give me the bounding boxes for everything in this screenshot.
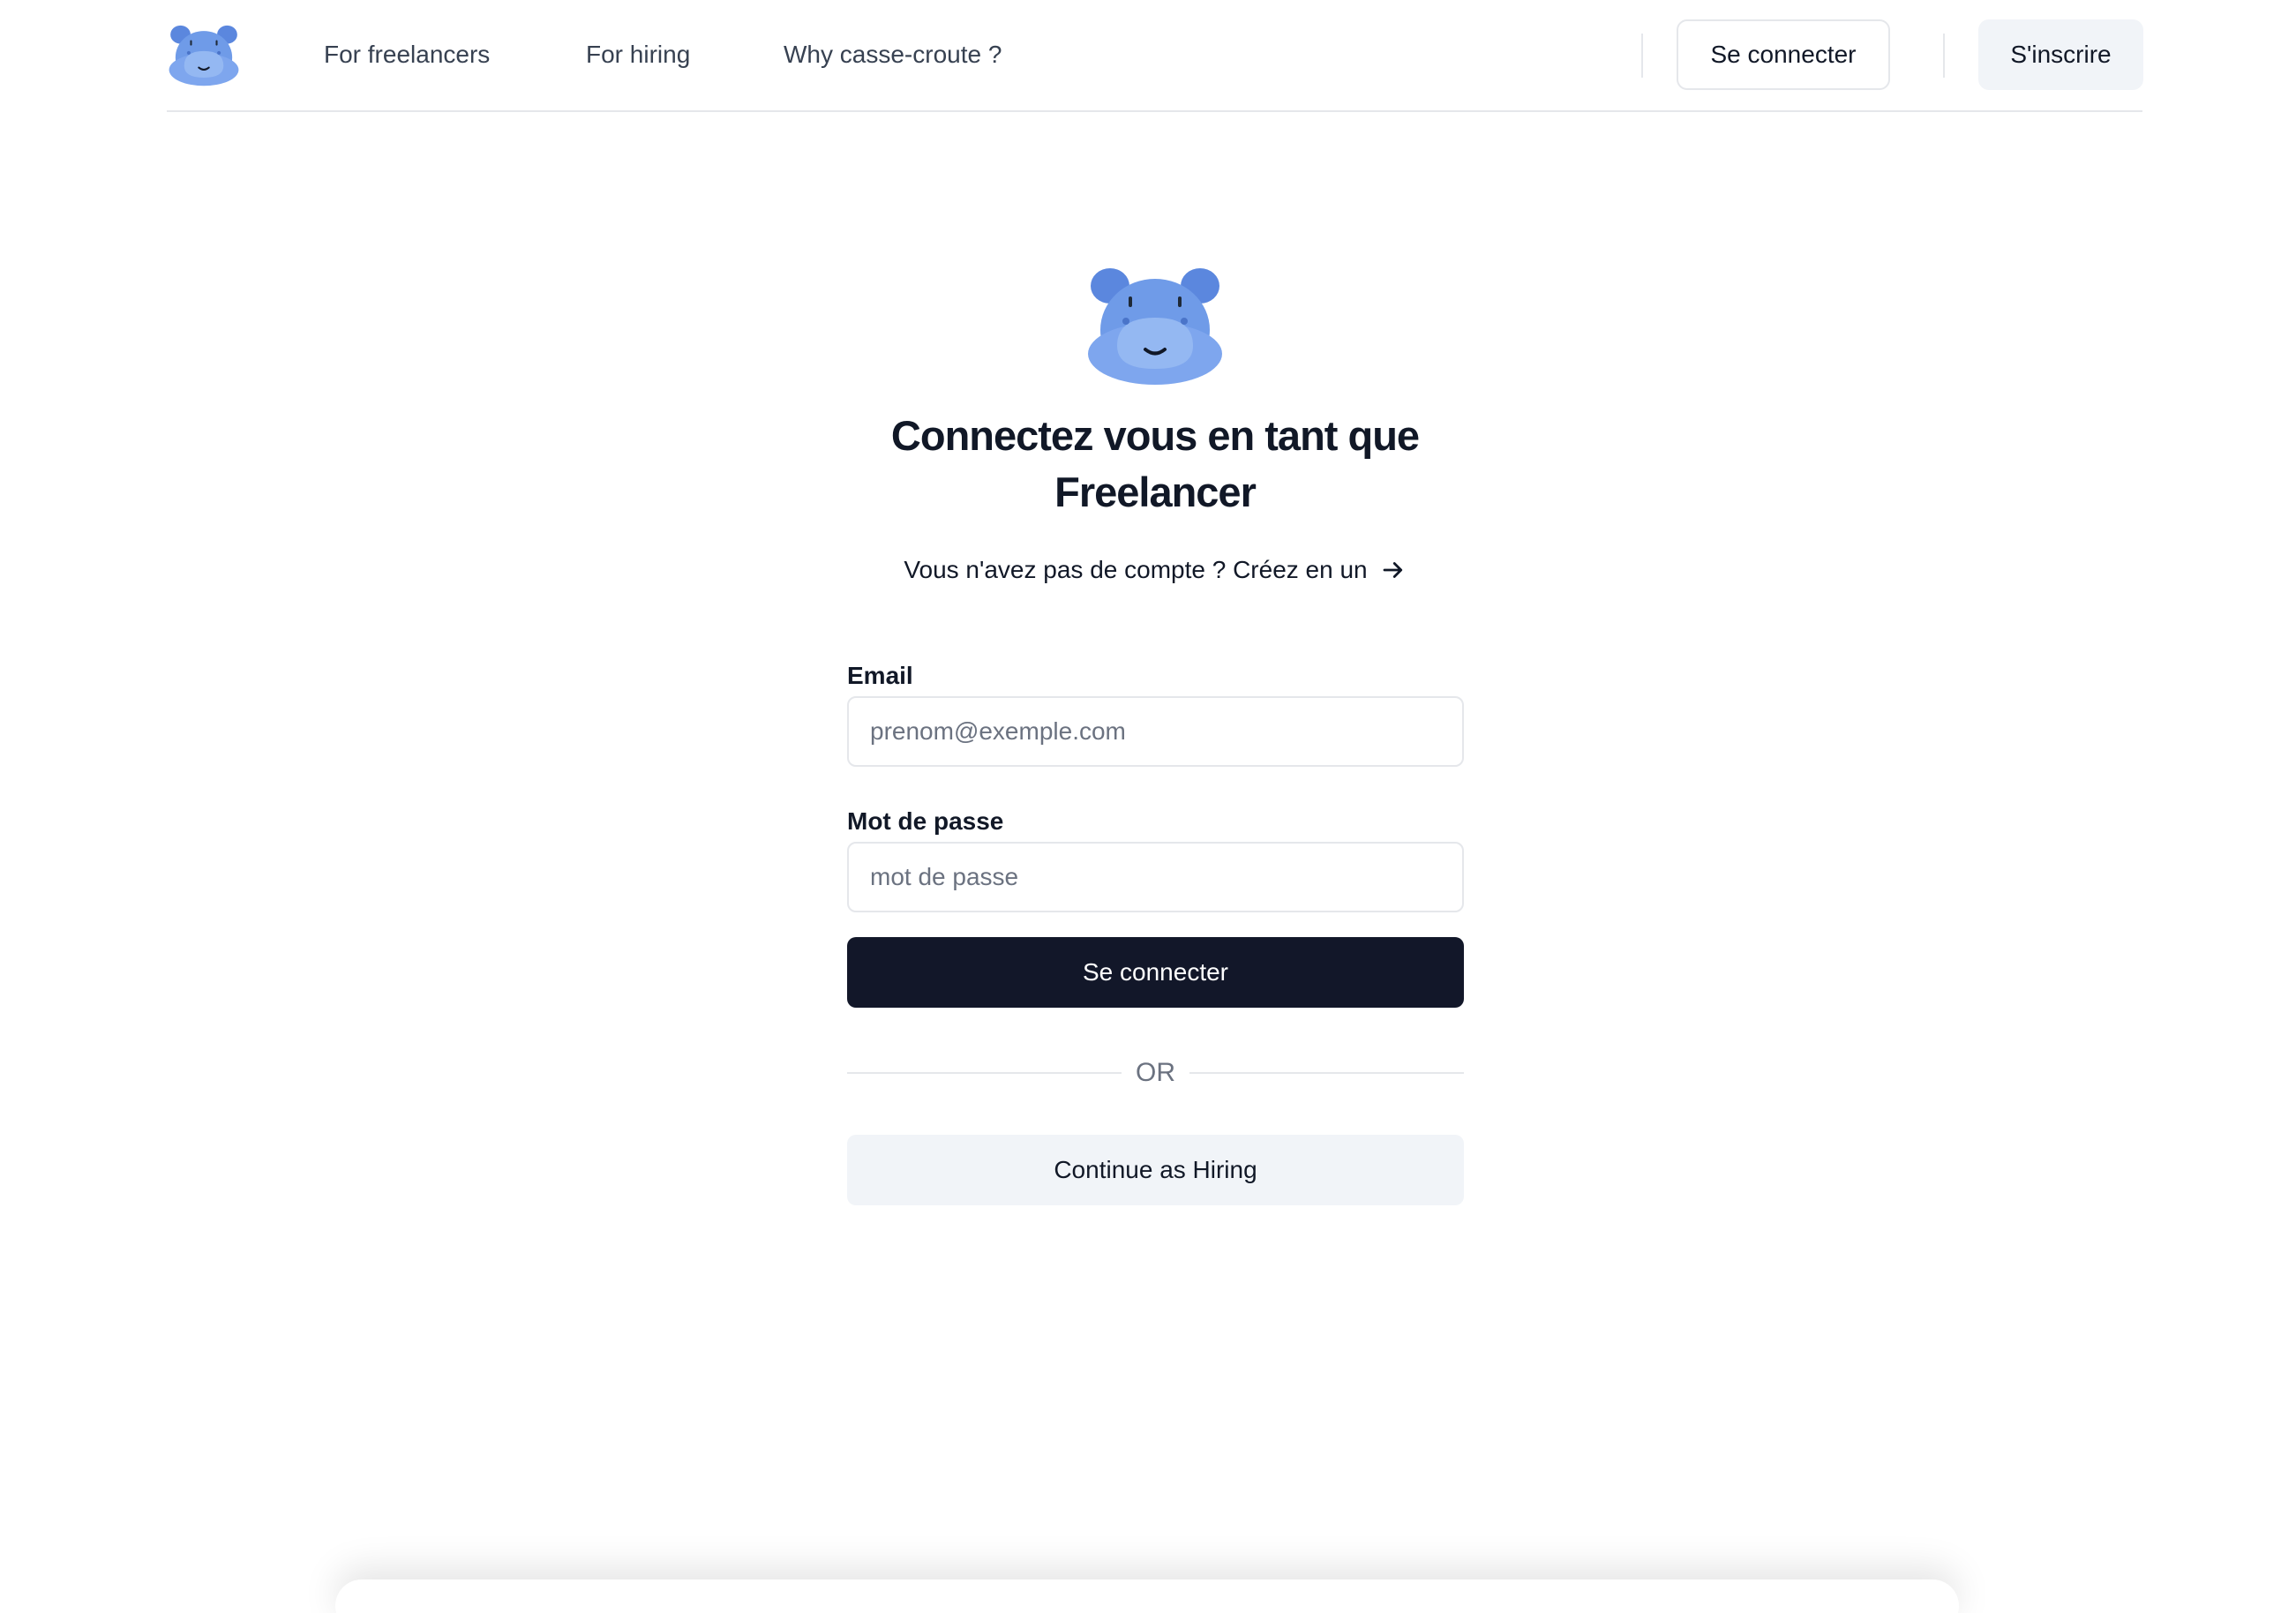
login-submit-button[interactable]: Se connecter [847,937,1464,1008]
page-title: Connectez vous en tant que Freelancer [794,408,1516,521]
password-field[interactable] [847,842,1464,912]
hippo-logo-icon [169,25,239,86]
create-account-link[interactable]: Vous n'avez pas de compte ? Créez en un [794,551,1516,589]
create-account-text: Vous n'avez pas de compte ? Créez en un [904,556,1368,583]
page-title-line2: Freelancer [1054,469,1257,515]
nav-for-hiring[interactable]: For hiring [586,35,690,74]
header-signup-button[interactable]: S'inscrire [1978,19,2143,90]
divider-line-right [1189,1072,1464,1074]
hero-logo [1084,261,1227,385]
or-divider: OR [847,1054,1464,1092]
nav-why-casse-croute[interactable]: Why casse-croute ? [784,35,1002,74]
email-field[interactable] [847,696,1464,767]
arrow-right-icon [1380,557,1407,583]
bottom-panel-edge [335,1579,1959,1613]
password-label: Mot de passe [847,807,1004,835]
nav-for-freelancers[interactable]: For freelancers [324,35,490,74]
email-label: Email [847,662,913,689]
header-login-button[interactable]: Se connecter [1677,19,1890,90]
page-title-line1: Connectez vous en tant que [890,412,1420,459]
home-logo-link[interactable] [167,21,241,86]
nav-divider [1943,34,1945,78]
continue-as-hiring-button[interactable]: Continue as Hiring [847,1135,1464,1205]
login-page: For freelancers For hiring Why casse-cro… [0,0,2296,1613]
top-nav: For freelancers For hiring Why casse-cro… [167,0,2143,112]
nav-divider [1641,34,1643,78]
hippo-logo-icon [1088,268,1222,385]
